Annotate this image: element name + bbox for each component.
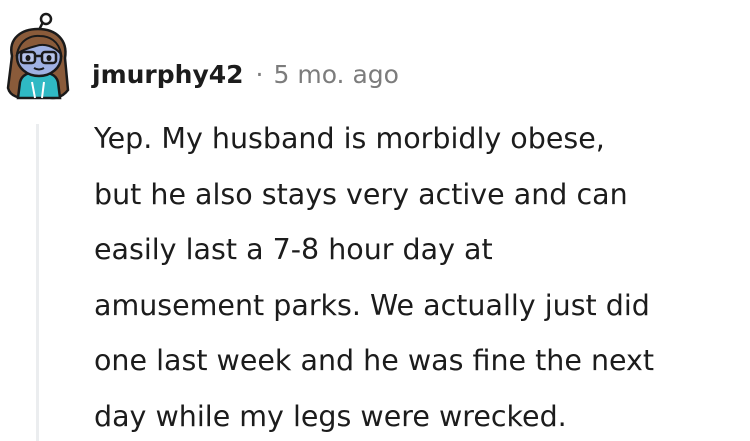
comment: jmurphy42 · 5 mo. ago Yep. My husband is… bbox=[0, 0, 750, 441]
comment-body: Yep. My husband is morbidly obese, but h… bbox=[94, 111, 744, 441]
comment-body-line: but he also stays very active and can bbox=[94, 177, 628, 211]
author-username[interactable]: jmurphy42 bbox=[92, 60, 244, 89]
snoo-avatar-icon[interactable] bbox=[2, 12, 78, 104]
comment-body-line: one last week and he was fine the next bbox=[94, 344, 655, 377]
comment-meta: jmurphy42 · 5 mo. ago bbox=[92, 56, 399, 92]
comment-body-line: day while my legs were wrecked. bbox=[94, 399, 567, 433]
comment-timestamp[interactable]: 5 mo. ago bbox=[273, 60, 398, 89]
comment-body-line: amusement parks. We actually just did bbox=[94, 288, 650, 322]
comment-body-line: Yep. My husband is morbidly obese, bbox=[94, 122, 605, 155]
meta-separator: · bbox=[255, 59, 264, 89]
comment-body-line: easily last a 7-8 hour day at bbox=[94, 233, 493, 266]
thread-collapse-line[interactable] bbox=[36, 124, 39, 441]
